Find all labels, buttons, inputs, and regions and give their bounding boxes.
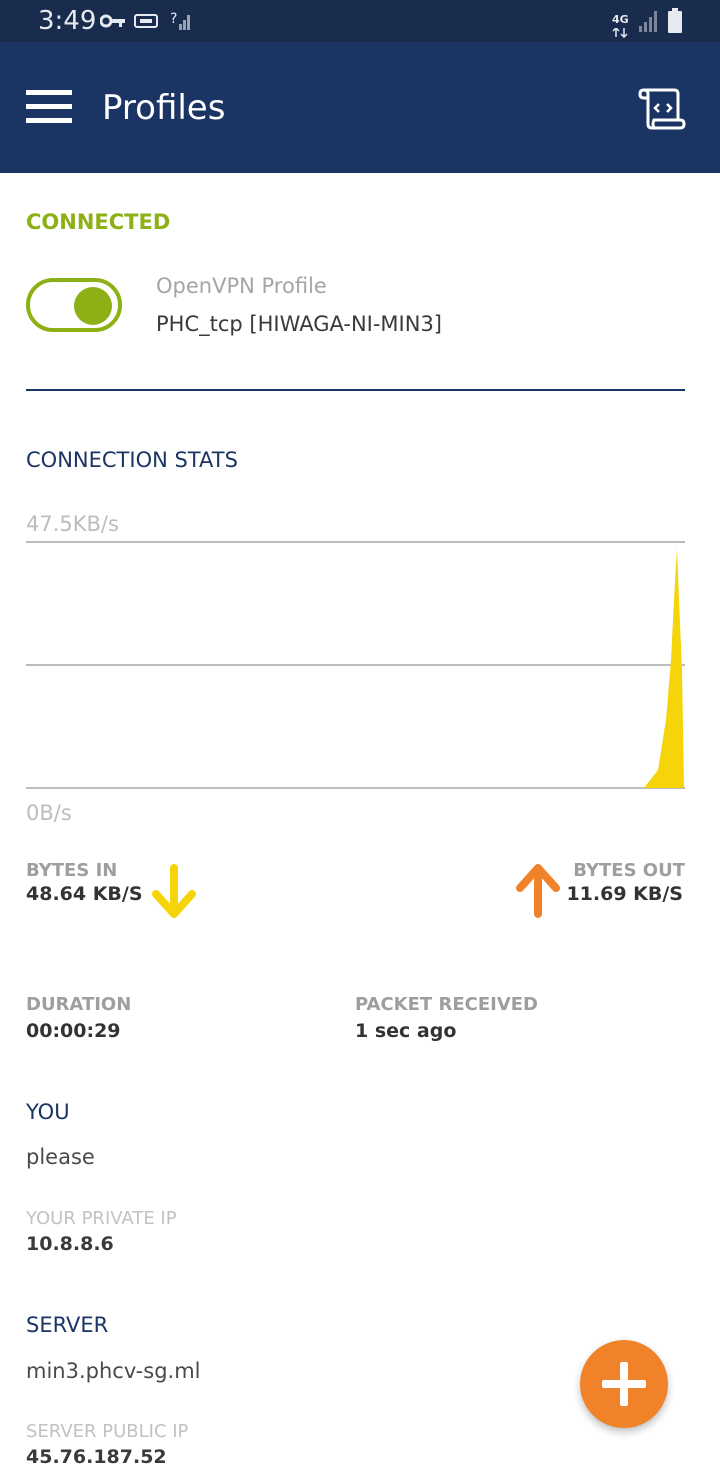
packet-received-label: PACKET RECEIVED	[355, 994, 538, 1015]
server-public-ip-value: 45.76.187.52	[26, 1446, 167, 1468]
4g-data-icon: 4G	[612, 10, 634, 38]
private-ip-value: 10.8.8.6	[26, 1233, 114, 1255]
status-bar: 3:49 ? 4G	[0, 0, 720, 42]
svg-text:?: ?	[170, 11, 177, 27]
download-traffic-area	[644, 548, 684, 788]
you-title: YOU	[26, 1100, 70, 1124]
add-profile-button[interactable]	[580, 1340, 668, 1428]
bytes-in-label: BYTES IN	[26, 860, 118, 881]
sim-icon	[134, 14, 158, 28]
key-icon	[100, 14, 125, 28]
toggle-knob	[74, 287, 112, 325]
server-hostname: min3.phcv-sg.ml	[26, 1359, 201, 1383]
app-bar: Profiles	[0, 42, 720, 173]
network-label: 4G	[612, 13, 629, 26]
status-time: 3:49	[38, 6, 97, 36]
private-ip-label: YOUR PRIVATE IP	[26, 1208, 177, 1229]
bytes-out-label: BYTES OUT	[573, 860, 685, 881]
hamburger-menu-icon[interactable]	[26, 90, 72, 124]
vpn-toggle[interactable]	[26, 278, 122, 332]
connection-stats-title: CONNECTION STATS	[26, 448, 238, 472]
profile-name: PHC_tcp [HIWAGA-NI-MIN3]	[156, 312, 443, 336]
arrow-down-icon	[152, 864, 196, 918]
graph-max-label: 47.5KB/s	[26, 512, 119, 536]
arrow-up-icon	[516, 864, 560, 918]
profile-type: OpenVPN Profile	[156, 274, 327, 298]
log-scroll-icon[interactable]	[638, 86, 686, 130]
bytes-out-value: 11.69 KB/S	[566, 883, 683, 905]
bytes-in-value: 48.64 KB/S	[26, 883, 143, 905]
you-username: please	[26, 1145, 95, 1169]
divider	[26, 389, 685, 391]
server-public-ip-label: SERVER PUBLIC IP	[26, 1421, 189, 1442]
duration-label: DURATION	[26, 994, 132, 1015]
wifi-unknown-signal-icon: ?	[170, 11, 190, 30]
traffic-graph	[26, 541, 685, 789]
packet-received-value: 1 sec ago	[355, 1020, 457, 1042]
cell-signal-icon	[639, 11, 657, 32]
battery-icon	[668, 8, 682, 33]
graph-min-label: 0B/s	[26, 801, 72, 825]
duration-value: 00:00:29	[26, 1020, 121, 1042]
server-title: SERVER	[26, 1313, 109, 1337]
connection-status: CONNECTED	[26, 210, 171, 234]
page-title: Profiles	[102, 88, 226, 128]
